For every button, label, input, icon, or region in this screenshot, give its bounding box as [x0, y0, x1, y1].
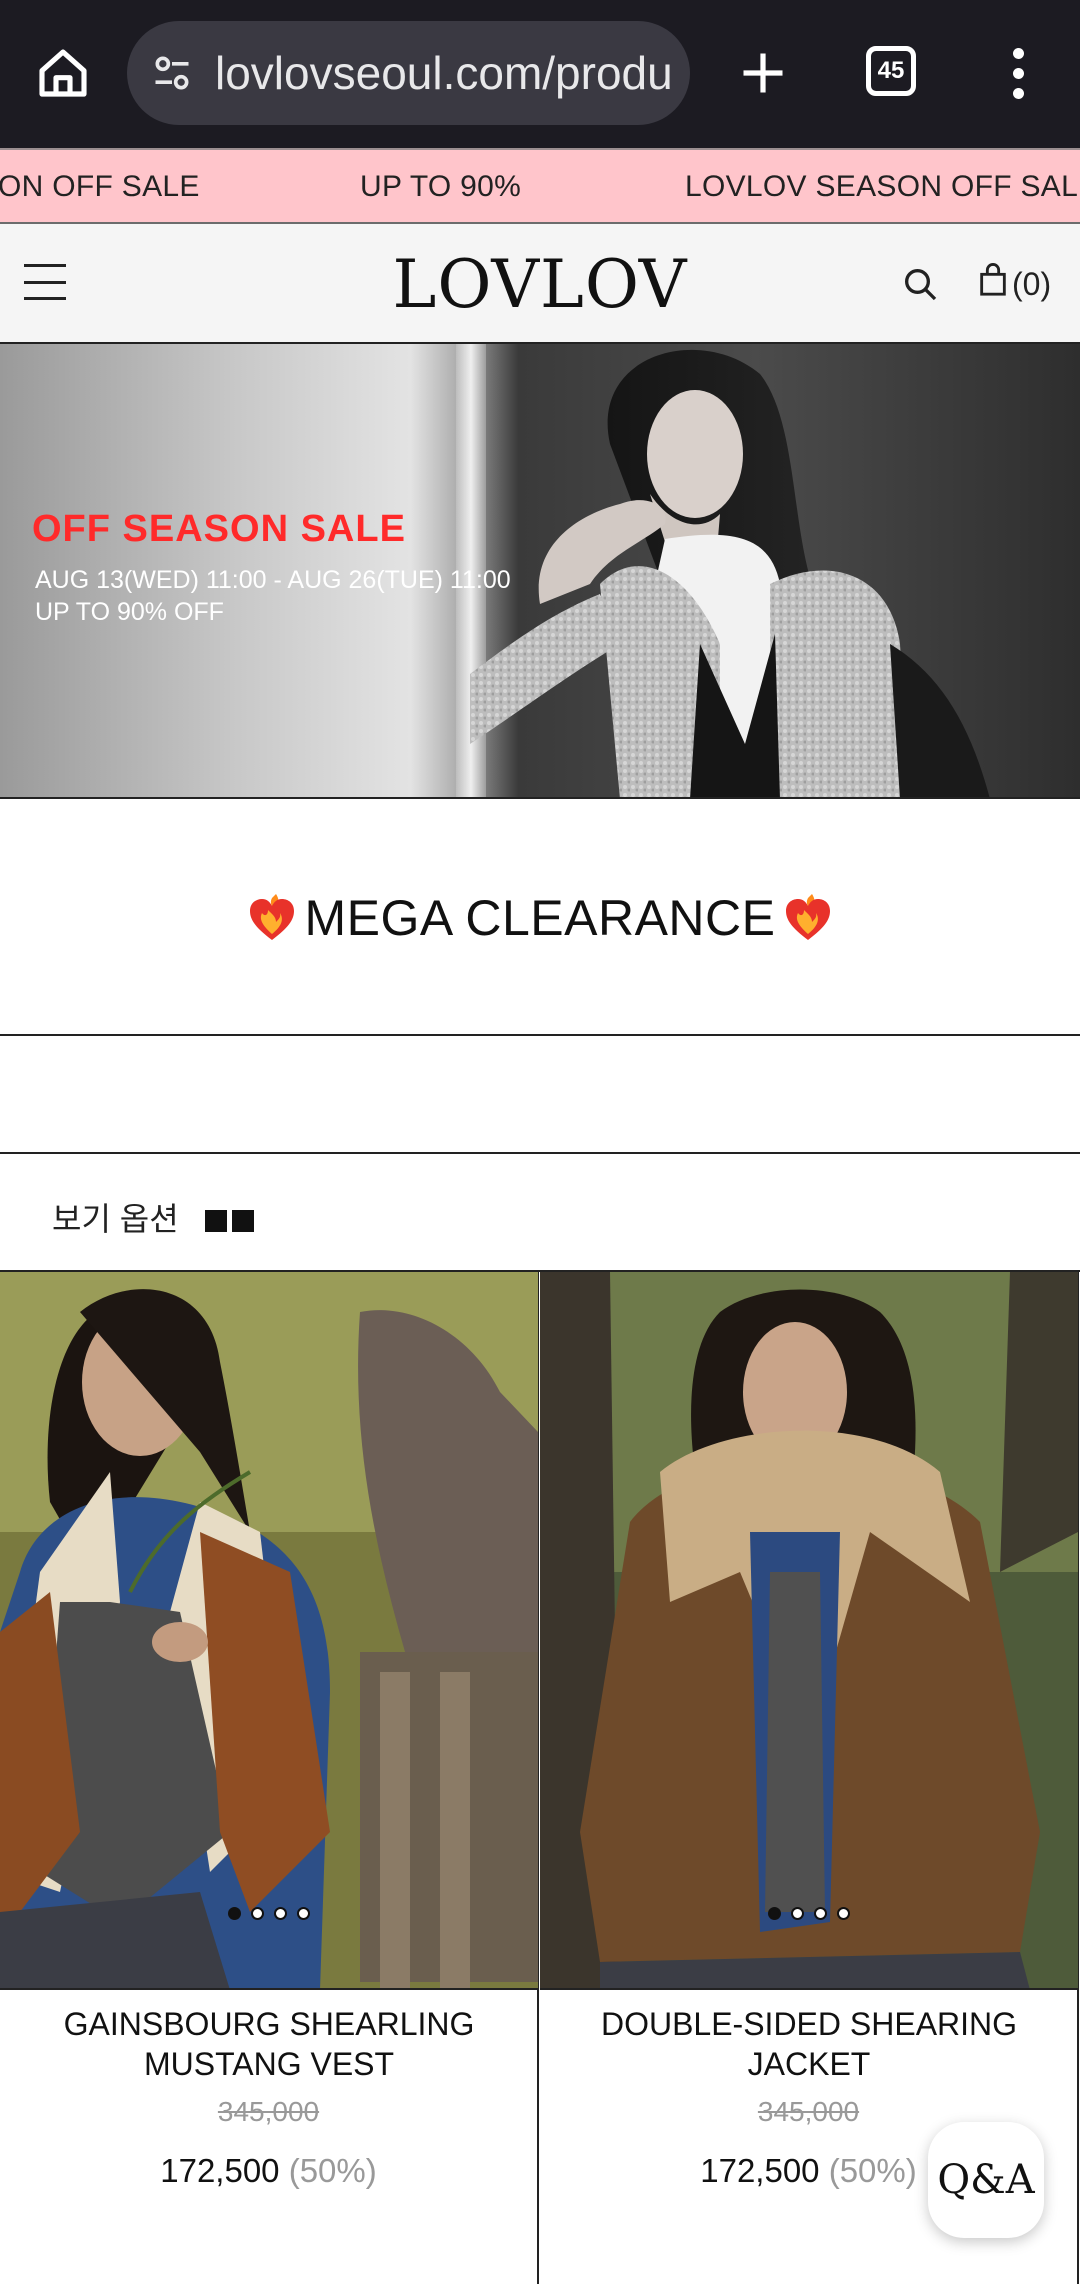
hero-dates: AUG 13(WED) 11:00 - AUG 26(TUE) 11:00 — [35, 566, 511, 594]
view-options-label: 보기 옵션 — [52, 1201, 179, 1237]
heart-fire-emoji-icon — [250, 893, 295, 940]
site-header: LOVLOV (0) — [0, 224, 1080, 344]
cart-count: (0) — [1012, 265, 1052, 302]
site-settings-icon[interactable] — [147, 48, 197, 98]
empty-section — [0, 1036, 1080, 1154]
section-title: MEGA CLEARANCE — [304, 889, 776, 946]
hero-discount: UP TO 90% OFF — [35, 598, 224, 626]
new-tab-icon[interactable] — [730, 40, 796, 106]
url-text: lovlovseoul.com/produ — [215, 47, 673, 99]
address-bar[interactable]: lovlovseoul.com/produ — [127, 21, 690, 125]
marquee-item: ON OFF SALE — [0, 170, 200, 203]
hero-photo — [470, 349, 990, 797]
product-card[interactable]: GAINSBOURG SHEARLING MUSTANG VEST 345,00… — [0, 1272, 539, 2284]
section-heading: MEGA CLEARANCE — [0, 801, 1080, 1036]
product-name[interactable]: GAINSBOURG SHEARLING MUSTANG VEST — [20, 2004, 518, 2084]
cart-button[interactable]: (0) — [978, 262, 1051, 306]
hero-title: OFF SEASON SALE — [32, 508, 406, 550]
tab-switcher-icon[interactable]: 45 — [866, 46, 916, 96]
brand-logo[interactable]: LOVLOV — [360, 246, 720, 323]
shopping-bag-icon — [978, 263, 1008, 305]
sale-price: 172,500 (50%) — [160, 2152, 377, 2189]
grid-view-toggle-icon[interactable] — [205, 1210, 227, 1232]
hero-banner[interactable]: OFF SEASON SALE AUG 13(WED) 11:00 - AUG … — [0, 344, 1080, 799]
marquee-item: LOVLOV SEASON OFF SALE — [685, 170, 1080, 203]
image-carousel-dots[interactable] — [0, 1907, 538, 1920]
hamburger-menu-icon[interactable] — [24, 264, 66, 300]
grid-view-toggle-icon[interactable] — [232, 1210, 254, 1232]
view-options-bar: 보기 옵션 — [0, 1154, 1080, 1272]
image-carousel-dots[interactable] — [540, 1907, 1078, 1920]
product-image[interactable] — [0, 1272, 538, 1990]
heart-fire-emoji-icon — [785, 893, 830, 940]
search-icon[interactable] — [900, 264, 940, 304]
qa-button[interactable]: Q&A — [928, 2122, 1044, 2238]
more-menu-icon[interactable] — [1000, 40, 1036, 106]
original-price: 345,000 — [217, 2096, 320, 2127]
promo-marquee: ON OFF SALE UP TO 90% LOVLOV SEASON OFF … — [0, 148, 1080, 224]
home-icon[interactable] — [30, 40, 96, 106]
product-name[interactable]: DOUBLE-SIDED SHEARING JACKET — [560, 2004, 1058, 2084]
product-grid: GAINSBOURG SHEARLING MUSTANG VEST 345,00… — [0, 1272, 1080, 2284]
marquee-item: UP TO 90% — [360, 170, 522, 203]
browser-toolbar: lovlovseoul.com/produ 45 — [0, 0, 1080, 148]
product-image[interactable] — [540, 1272, 1078, 1990]
